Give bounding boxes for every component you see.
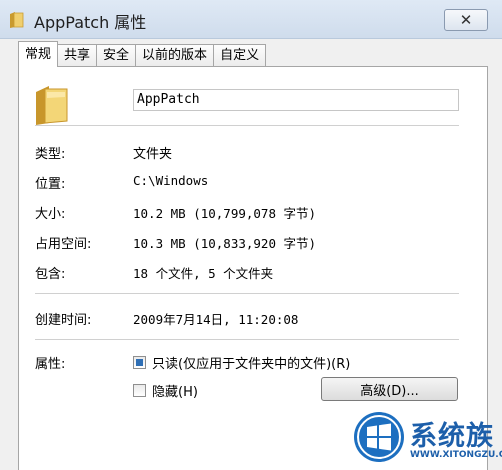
tab-previous-versions[interactable]: 以前的版本 (135, 44, 215, 67)
folder-icon (9, 11, 25, 33)
divider (35, 125, 459, 126)
folder-name-input[interactable]: AppPatch (133, 89, 459, 111)
hidden-label: 隐藏(H) (152, 385, 198, 400)
size-value: 10.2 MB (10,799,078 字节) (133, 206, 317, 221)
readonly-checkbox[interactable] (133, 356, 146, 369)
advanced-button[interactable]: 高级(D)... (321, 377, 458, 401)
hidden-checkbox-row[interactable]: 隐藏(H) (133, 381, 198, 400)
close-icon: ✕ (459, 11, 473, 29)
location-label: 位置: (35, 177, 66, 192)
watermark-url: WWW.XITONGZU.COM (410, 450, 502, 460)
contains-label: 包含: (35, 267, 66, 282)
readonly-label: 只读(仅应用于文件夹中的文件)(R) (152, 357, 351, 372)
hidden-checkbox[interactable] (133, 384, 146, 397)
tab-customize[interactable]: 自定义 (213, 44, 267, 67)
attributes-label: 属性: (35, 357, 66, 372)
divider (35, 339, 459, 340)
tab-strip: 常规 共享 安全 以前的版本 自定义 (18, 41, 267, 67)
readonly-checkbox-row[interactable]: 只读(仅应用于文件夹中的文件)(R) (133, 353, 350, 372)
window-title: AppPatch 属性 (34, 13, 147, 32)
tab-security[interactable]: 安全 (96, 44, 137, 67)
size-label: 大小: (35, 207, 66, 222)
watermark-name: 系统族 (410, 421, 494, 452)
location-value: C:\Windows (133, 173, 209, 188)
windows-logo-icon (354, 412, 404, 462)
close-button[interactable]: ✕ (444, 9, 488, 31)
watermark: 系统族 WWW.XITONGZU.COM (352, 406, 502, 470)
contains-value: 18 个文件, 5 个文件夹 (133, 266, 274, 281)
divider (35, 293, 459, 294)
created-value: 2009年7月14日, 11:20:08 (133, 312, 299, 327)
created-label: 创建时间: (35, 313, 92, 328)
size-on-disk-value: 10.3 MB (10,833,920 字节) (133, 236, 317, 251)
title-bar: AppPatch 属性 ✕ (0, 0, 502, 39)
type-label: 类型: (35, 147, 66, 162)
tab-sharing[interactable]: 共享 (57, 44, 98, 67)
tab-general[interactable]: 常规 (18, 41, 59, 67)
folder-large-icon (33, 83, 71, 131)
size-on-disk-label: 占用空间: (35, 237, 92, 252)
type-value: 文件夹 (133, 147, 173, 162)
